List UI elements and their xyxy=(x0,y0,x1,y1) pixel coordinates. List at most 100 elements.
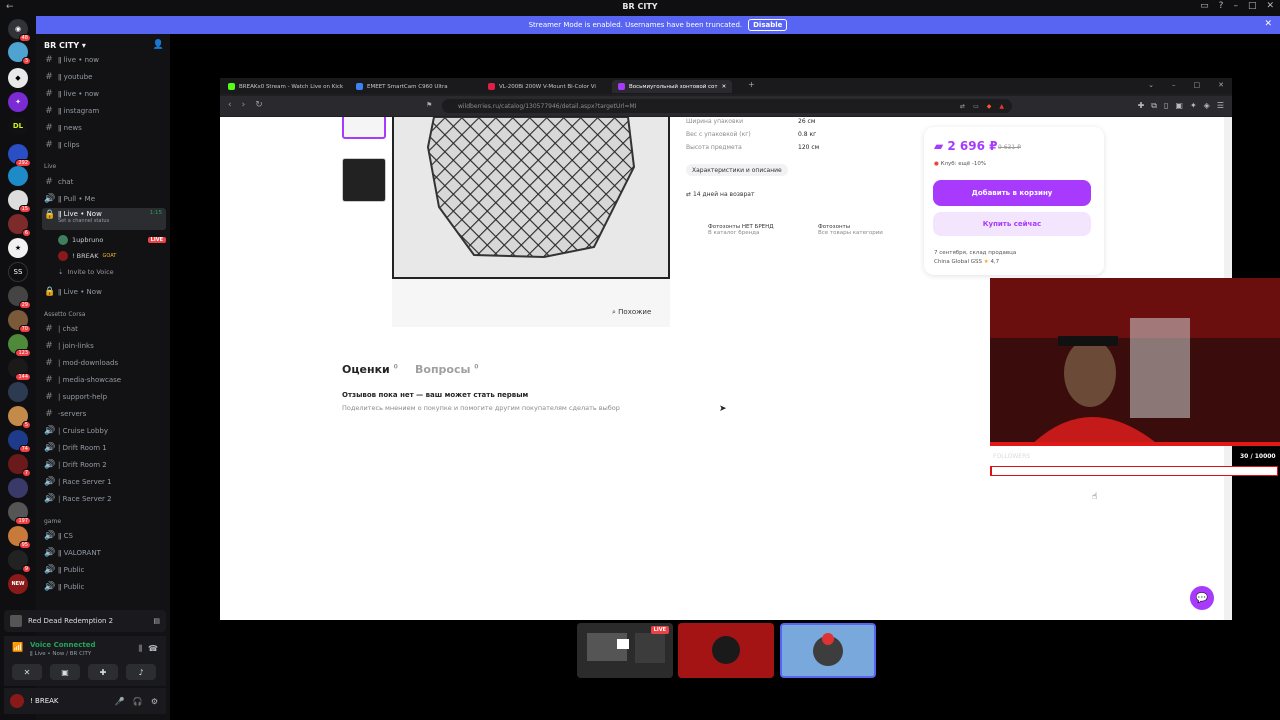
leo-icon[interactable]: ✦ xyxy=(1190,101,1197,111)
voice-channel-item[interactable]: 🔊 | Race Server 1 xyxy=(42,474,166,489)
cast-icon[interactable]: ▭ xyxy=(973,103,979,110)
server-icon[interactable]: SS xyxy=(8,262,28,282)
channel-item[interactable]: # ǁ live • now xyxy=(42,52,166,67)
channel-item[interactable]: # ǁ news xyxy=(42,120,166,135)
minimize-button[interactable]: – xyxy=(1233,1,1238,11)
browser-tab[interactable]: VL-200Bi 200W V-Mount Bi-Color Vi xyxy=(482,80,602,93)
screen-share-button[interactable]: ▣ xyxy=(50,664,80,680)
voice-channel-item[interactable]: 🔊 | Drift Room 1 xyxy=(42,440,166,455)
server-icon[interactable]: ◆ xyxy=(8,68,28,88)
server-icon[interactable] xyxy=(8,166,28,186)
channel-item[interactable]: # | mod-downloads xyxy=(42,355,166,370)
close-tab-icon[interactable]: ✕ xyxy=(722,84,727,90)
server-icon[interactable] xyxy=(8,382,28,402)
add-to-cart-button[interactable]: Добавить в корзину xyxy=(933,180,1091,206)
new-server-badge[interactable]: NEW xyxy=(8,574,28,594)
back-icon[interactable]: ‹ xyxy=(228,100,232,110)
sidebar-icon[interactable]: ▯ xyxy=(1164,101,1168,111)
voice-channel-item[interactable]: 🔊 ǁ Public xyxy=(42,562,166,577)
channel-item[interactable]: # | support-help xyxy=(42,389,166,404)
server-icon[interactable]: 70 xyxy=(8,310,31,333)
returns-info[interactable]: ⇄ 14 дней на возврат xyxy=(686,191,754,198)
channel-item[interactable]: # ǁ instagram xyxy=(42,103,166,118)
help-icon[interactable]: ? xyxy=(1219,1,1224,11)
vpn-icon[interactable]: ◈ xyxy=(1204,101,1210,111)
voice-channel-item[interactable]: 🔊 | Drift Room 2 xyxy=(42,457,166,472)
voice-channel-item[interactable]: 🔒 ǁ Live • Now xyxy=(42,284,166,299)
channel-item[interactable]: # | media-showcase xyxy=(42,372,166,387)
buy-now-button[interactable]: Купить сейчас xyxy=(933,212,1091,236)
category-assetto-corsa[interactable]: Assetto Corsa xyxy=(44,311,85,318)
server-icon[interactable]: 7 xyxy=(8,454,31,477)
browser-tab[interactable]: EMEET SmartCam C960 Ultra xyxy=(350,80,454,93)
settings-gear-icon[interactable]: ⚙ xyxy=(151,697,158,706)
voice-channel-item[interactable]: 🔊 ǁ Public xyxy=(42,579,166,594)
inbox-icon[interactable]: ▭ xyxy=(1200,1,1209,11)
translate-icon[interactable]: ⇄ xyxy=(960,103,965,110)
server-icon[interactable]: 9 xyxy=(8,550,31,573)
disconnect-icon[interactable]: ☎ xyxy=(148,644,158,653)
server-icon[interactable]: ★ xyxy=(8,238,28,258)
stream-tile[interactable] xyxy=(678,623,774,678)
voice-channel-item[interactable]: 🔊 ǁ CS xyxy=(42,528,166,543)
soundboard-button[interactable]: ♪ xyxy=(126,664,156,680)
server-icon[interactable]: ✦ xyxy=(8,92,28,112)
maximize-button[interactable]: □ xyxy=(1248,1,1257,11)
category-live[interactable]: Live xyxy=(44,163,56,170)
signal-icon[interactable]: 📶 xyxy=(12,643,23,653)
direct-messages-icon[interactable]: ◉ 48 xyxy=(8,19,31,42)
chat-support-button[interactable]: 💬 xyxy=(1190,586,1214,610)
selected-voice-channel[interactable]: 🔒 ǁ Live • Now Set a channel status 1:15 xyxy=(42,208,166,230)
invite-to-voice[interactable]: ⇣ Invite to Voice xyxy=(58,265,166,279)
channel-item[interactable]: # ǁ clips xyxy=(42,137,166,152)
voice-channel-item[interactable]: 🔊 ǁ Pull • Me xyxy=(42,191,166,206)
now-playing-activity[interactable]: Red Dead Redemption 2 ▤ xyxy=(4,610,166,632)
brand-link[interactable]: Фотозонты НЕТ БРЕНД В каталог бренда xyxy=(686,224,774,236)
server-icon[interactable]: 6 xyxy=(8,214,31,237)
close-window-button[interactable]: ✕ xyxy=(1266,1,1274,11)
rewards-icon[interactable]: ▲ xyxy=(999,103,1004,110)
new-tab-icon[interactable]: + xyxy=(748,80,755,89)
minimize-button[interactable]: – xyxy=(1172,81,1176,89)
stream-tile-selected[interactable] xyxy=(780,623,876,678)
avatar[interactable] xyxy=(10,694,24,708)
microphone-icon[interactable]: 🎤 xyxy=(115,697,125,706)
server-icon[interactable]: 29 xyxy=(8,286,31,309)
server-icon[interactable] xyxy=(8,478,28,498)
shield-icon[interactable]: ◆ xyxy=(987,103,992,110)
close-window-button[interactable]: ✕ xyxy=(1218,81,1224,89)
voice-channel-item[interactable]: 🔊 ǁ VALORANT xyxy=(42,545,166,560)
tab-search-icon[interactable]: ⌄ xyxy=(1148,81,1154,89)
disable-streamer-mode-button[interactable]: Disable xyxy=(748,19,788,31)
voice-user[interactable]: ! BREAK GOAT xyxy=(58,249,166,263)
bookmark-icon[interactable]: ⚑ xyxy=(426,101,432,109)
category-game[interactable]: game xyxy=(44,518,61,525)
server-icon[interactable]: 197 xyxy=(8,502,31,525)
server-icon[interactable]: 74 xyxy=(8,430,31,453)
camera-off-button[interactable]: ✕ xyxy=(12,664,42,680)
browser-tab-active[interactable]: Восьмиугольный зонтовой сот ✕ xyxy=(612,80,733,93)
forward-icon[interactable]: › xyxy=(242,100,246,110)
close-icon[interactable]: ✕ xyxy=(1264,19,1272,29)
channel-item[interactable]: # ǁ live • now xyxy=(42,86,166,101)
activities-button[interactable]: ✚ xyxy=(88,664,118,680)
puzzle-icon[interactable]: ⧉ xyxy=(1151,101,1157,111)
club-discount[interactable]: ● Клуб: ещё -10% xyxy=(934,161,986,167)
username[interactable]: ! BREAK xyxy=(30,697,59,705)
channel-item[interactable]: # chat xyxy=(42,174,166,189)
extensions-icon[interactable]: ✚ xyxy=(1138,101,1145,111)
menu-icon[interactable]: ☰ xyxy=(1217,101,1224,111)
main-product-image[interactable] xyxy=(392,117,670,279)
activity-options-icon[interactable]: ▤ xyxy=(153,617,166,625)
server-icon[interactable]: DL xyxy=(8,116,28,136)
seller-name[interactable]: China Global GSS xyxy=(934,259,982,265)
stream-tile[interactable]: LIVE xyxy=(577,623,673,678)
server-icon[interactable]: 144 xyxy=(8,358,31,381)
wallet-icon[interactable]: ▣ xyxy=(1175,101,1183,111)
add-user-icon[interactable]: 👤 xyxy=(153,40,164,50)
server-icon[interactable]: 292 xyxy=(8,144,31,167)
server-icon[interactable]: 5 xyxy=(8,406,31,429)
reload-icon[interactable]: ↻ xyxy=(255,100,263,110)
product-thumbnail[interactable] xyxy=(342,117,386,139)
noise-suppression-icon[interactable]: ⫼ xyxy=(138,644,142,654)
